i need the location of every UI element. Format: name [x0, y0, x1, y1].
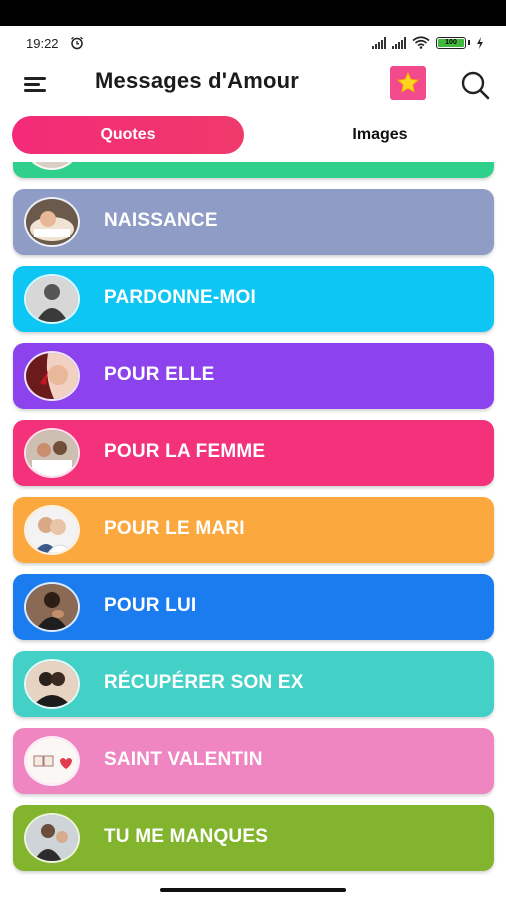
category-avatar	[24, 197, 80, 247]
category-avatar	[24, 505, 80, 555]
menu-icon[interactable]	[24, 74, 50, 94]
category-avatar	[24, 736, 80, 786]
battery-cap	[468, 40, 470, 45]
charging-icon	[477, 36, 483, 49]
category-label: SAINT VALENTIN	[104, 749, 263, 770]
category-label: NAISSANCE	[104, 210, 218, 231]
category-card-partial[interactable]	[13, 162, 494, 178]
category-card-pour-le-mari[interactable]: POUR LE MARI	[13, 497, 494, 563]
app-bar: Messages d'Amour	[0, 60, 506, 106]
favorites-button[interactable]	[390, 66, 426, 100]
category-label: POUR LUI	[104, 595, 197, 616]
category-card-pardonne-moi[interactable]: PARDONNE-MOI	[13, 266, 494, 332]
category-label: RÉCUPÉRER SON EX	[104, 672, 304, 693]
category-card-pour-lui[interactable]: POUR LUI	[13, 574, 494, 640]
category-label: POUR ELLE	[104, 364, 215, 385]
signal-icon	[372, 36, 386, 49]
battery-icon: 100	[436, 36, 466, 49]
star-icon	[396, 71, 420, 93]
alarm-icon	[71, 36, 83, 50]
category-avatar	[24, 813, 80, 863]
app-title: Messages d'Amour	[95, 68, 300, 93]
category-avatar	[24, 274, 80, 324]
status-time: 19:22	[26, 36, 59, 51]
home-indicator[interactable]	[160, 888, 346, 892]
category-avatar	[24, 659, 80, 709]
category-list: NAISSANCE PARDONNE-MOI POUR ELLE POUR LA…	[0, 162, 506, 880]
tab-bar: Quotes Images	[10, 116, 496, 156]
category-card-saint-valentin[interactable]: SAINT VALENTIN	[13, 728, 494, 794]
category-label: PARDONNE-MOI	[104, 287, 256, 308]
wifi-icon	[412, 36, 430, 49]
category-avatar	[24, 428, 80, 478]
status-bar: 19:22 100	[0, 26, 506, 60]
category-card-naissance[interactable]: NAISSANCE	[13, 189, 494, 255]
battery-level: 100	[445, 39, 457, 46]
tab-images[interactable]: Images	[270, 116, 490, 154]
tab-quotes[interactable]: Quotes	[12, 116, 244, 154]
category-label: POUR LA FEMME	[104, 441, 266, 462]
search-icon[interactable]	[458, 68, 492, 102]
category-avatar	[24, 351, 80, 401]
category-card-pour-elle[interactable]: POUR ELLE	[13, 343, 494, 409]
category-avatar	[24, 582, 80, 632]
category-card-pour-la-femme[interactable]: POUR LA FEMME	[13, 420, 494, 486]
category-card-tu-me-manques[interactable]: TU ME MANQUES	[13, 805, 494, 871]
category-avatar	[24, 162, 80, 170]
category-label: TU ME MANQUES	[104, 826, 269, 847]
category-card-recuperer-son-ex[interactable]: RÉCUPÉRER SON EX	[13, 651, 494, 717]
category-label: POUR LE MARI	[104, 518, 245, 539]
top-black-bar	[0, 0, 506, 26]
signal-icon	[392, 36, 406, 49]
